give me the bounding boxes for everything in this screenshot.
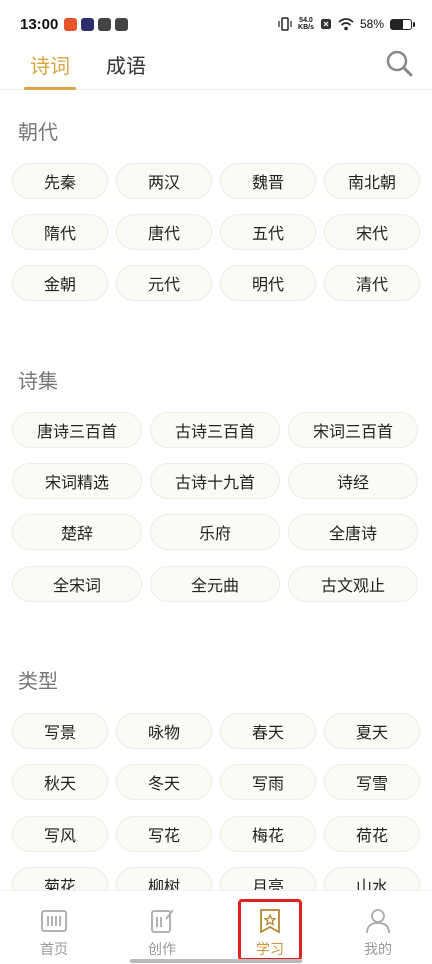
chip-type[interactable]: 柳树	[116, 867, 212, 890]
notification-app-icon	[64, 17, 78, 31]
chip-type[interactable]: 咏物	[116, 713, 212, 749]
collections-row: 唐诗三百首 古诗三百首 宋词三百首	[12, 412, 420, 448]
battery-icon	[390, 18, 415, 30]
top-tab-bar: 诗词 成语	[0, 40, 432, 90]
chip-collection[interactable]: 全唐诗	[288, 514, 418, 550]
notification-app-icon	[81, 17, 95, 31]
collections-row: 全宋词 全元曲 古文观止	[12, 566, 420, 602]
chip-dynasty[interactable]: 元代	[116, 265, 212, 301]
nav-study[interactable]: 学习	[216, 891, 324, 964]
chip-collection[interactable]: 唐诗三百首	[12, 412, 142, 448]
chip-collection[interactable]: 宋词精选	[12, 463, 142, 499]
chip-collection[interactable]: 全宋词	[12, 566, 142, 602]
chip-dynasty[interactable]: 南北朝	[324, 163, 420, 199]
chip-type[interactable]: 写风	[12, 816, 108, 852]
chip-type[interactable]: 冬天	[116, 764, 212, 800]
types-row: 菊花 柳树 月亮 山水	[12, 867, 420, 890]
chip-collection[interactable]: 古诗十九首	[150, 463, 280, 499]
chip-dynasty[interactable]: 先秦	[12, 163, 108, 199]
nav-study-label: 学习	[256, 942, 284, 958]
chip-type[interactable]: 写景	[12, 713, 108, 749]
types-row: 秋天 冬天 写雨 写雪	[12, 764, 420, 800]
chip-type[interactable]: 秋天	[12, 764, 108, 800]
nav-home[interactable]: 首页	[0, 891, 108, 964]
chip-type[interactable]: 荷花	[324, 816, 420, 852]
sim-icon	[320, 19, 331, 29]
home-indicator	[130, 959, 302, 963]
chip-type[interactable]: 梅花	[220, 816, 316, 852]
status-right: 54.0 KB/s 58%	[278, 17, 415, 31]
chip-dynasty[interactable]: 明代	[220, 265, 316, 301]
search-icon[interactable]	[384, 48, 414, 78]
collections-row: 宋词精选 古诗十九首 诗经	[12, 463, 420, 499]
study-icon	[260, 909, 280, 934]
types-row: 写景 咏物 春天 夏天	[12, 713, 420, 749]
net-speed: 54.0 KB/s	[298, 17, 314, 31]
nav-profile-label: 我的	[364, 942, 392, 958]
wifi-icon	[338, 17, 354, 30]
chip-type[interactable]: 月亮	[220, 867, 316, 890]
chip-type[interactable]: 春天	[220, 713, 316, 749]
category-content: 朝代 先秦 两汉 魏晋 南北朝 隋代 唐代 五代 宋代 金朝 元代 明代 清代 …	[0, 90, 432, 890]
chip-type[interactable]: 菊花	[12, 867, 108, 890]
nav-home-label: 首页	[40, 942, 68, 958]
chip-collection[interactable]: 楚辞	[12, 514, 142, 550]
section-title-types: 类型	[18, 669, 58, 693]
chip-collection[interactable]: 古文观止	[288, 566, 418, 602]
nav-create[interactable]: 创作	[108, 891, 216, 964]
section-title-collections: 诗集	[18, 369, 58, 393]
create-icon	[151, 909, 174, 933]
dynasty-row: 先秦 两汉 魏晋 南北朝	[12, 163, 420, 199]
tab-poetry[interactable]: 诗词	[24, 40, 76, 90]
chip-dynasty[interactable]: 金朝	[12, 265, 108, 301]
nav-profile[interactable]: 我的	[324, 891, 432, 964]
chip-type[interactable]: 夏天	[324, 713, 420, 749]
nav-create-label: 创作	[148, 942, 176, 958]
types-row: 写风 写花 梅花 荷花	[12, 816, 420, 852]
profile-icon	[366, 909, 390, 934]
chip-dynasty[interactable]: 两汉	[116, 163, 212, 199]
chip-type[interactable]: 写雨	[220, 764, 316, 800]
chip-dynasty[interactable]: 魏晋	[220, 163, 316, 199]
notification-app-icon	[115, 17, 129, 31]
tab-idioms[interactable]: 成语	[106, 40, 146, 90]
chip-type[interactable]: 写花	[116, 816, 212, 852]
notification-icons	[64, 17, 129, 31]
chip-collection[interactable]: 古诗三百首	[150, 412, 280, 448]
chip-collection[interactable]: 诗经	[288, 463, 418, 499]
chip-dynasty[interactable]: 宋代	[324, 214, 420, 250]
dynasty-row: 隋代 唐代 五代 宋代	[12, 214, 420, 250]
chip-collection[interactable]: 乐府	[150, 514, 280, 550]
chip-dynasty[interactable]: 清代	[324, 265, 420, 301]
collections-row: 楚辞 乐府 全唐诗	[12, 514, 420, 550]
net-speed-value: 54.0	[299, 17, 313, 24]
chip-collection[interactable]: 宋词三百首	[288, 412, 418, 448]
net-speed-unit: KB/s	[298, 24, 314, 31]
notification-app-icon	[98, 17, 112, 31]
chip-collection[interactable]: 全元曲	[150, 566, 280, 602]
home-icon	[41, 910, 67, 932]
chip-type[interactable]: 写雪	[324, 764, 420, 800]
section-title-dynasty: 朝代	[18, 120, 58, 144]
chip-dynasty[interactable]: 隋代	[12, 214, 108, 250]
chip-dynasty[interactable]: 唐代	[116, 214, 212, 250]
status-time: 13:00	[20, 15, 59, 33]
chip-type[interactable]: 山水	[324, 867, 420, 890]
bottom-nav: 首页 创作 学习 我的	[0, 890, 432, 964]
dynasty-row: 金朝 元代 明代 清代	[12, 265, 420, 301]
chip-dynasty[interactable]: 五代	[220, 214, 316, 250]
battery-percent: 58%	[359, 17, 384, 31]
vibrate-icon	[278, 17, 292, 31]
